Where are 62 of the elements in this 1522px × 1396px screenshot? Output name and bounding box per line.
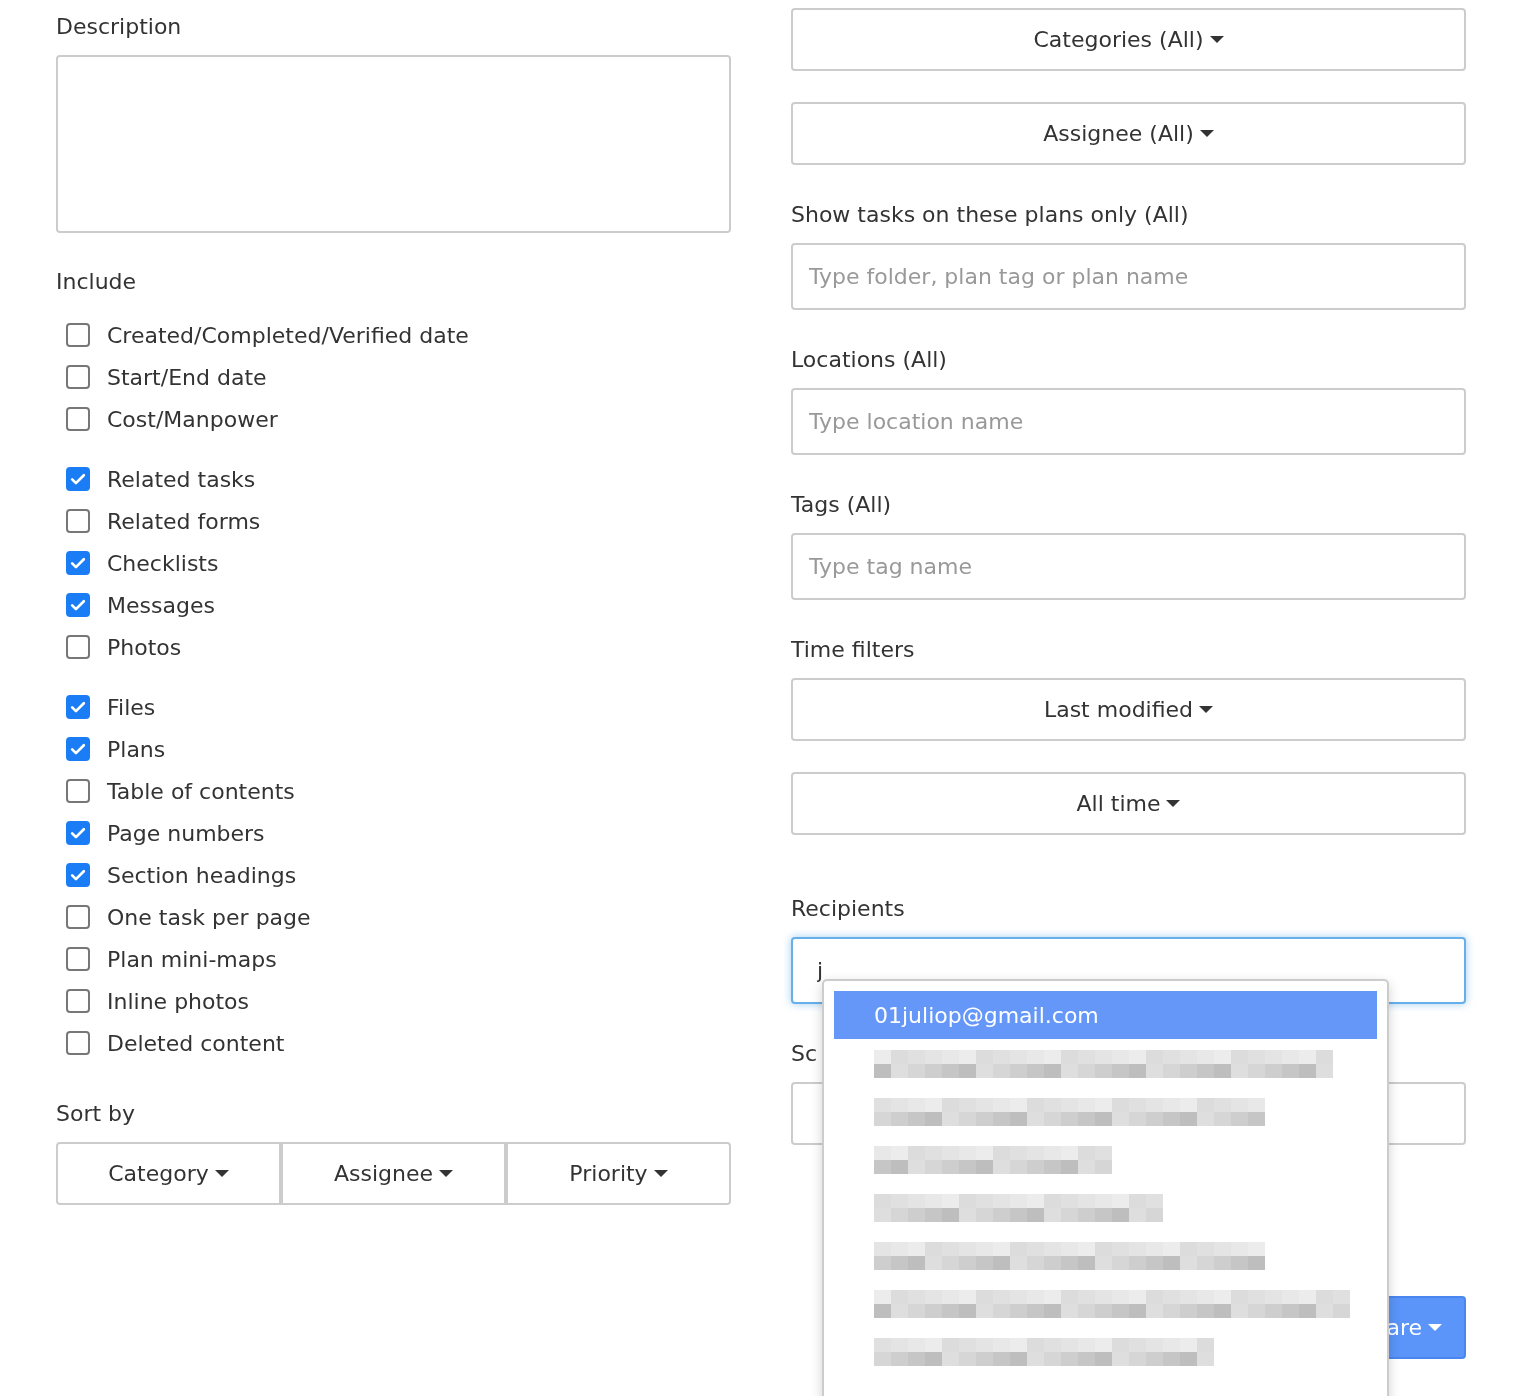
caret-icon (439, 1170, 454, 1177)
checkbox[interactable] (66, 407, 90, 431)
checkbox[interactable] (66, 695, 90, 719)
field-label: Description (56, 13, 182, 41)
checkbox-label: Table of contents (107, 778, 295, 804)
checkbox[interactable] (66, 323, 90, 347)
field-label: Show tasks on these plans only (All) (791, 201, 1189, 229)
filter-dropdown[interactable]: Categories (All) (791, 8, 1466, 71)
section-label: Sort by (56, 1100, 136, 1128)
checkbox[interactable] (66, 989, 90, 1013)
caret-icon (653, 1170, 668, 1177)
caret-icon (1166, 800, 1181, 807)
checkbox-label: Start/End date (107, 364, 267, 390)
checkbox[interactable] (66, 467, 90, 491)
checkbox-label: Created/Completed/Verified date (107, 322, 469, 348)
caret-icon (1209, 36, 1224, 43)
checkbox[interactable] (66, 779, 90, 803)
checkbox-label: Related forms (107, 508, 261, 534)
checkbox-label: Plan mini-maps (107, 946, 277, 972)
field-label: Recipients (791, 895, 905, 923)
caret-icon (1428, 1324, 1442, 1331)
sort-dropdown[interactable]: Priority (506, 1142, 731, 1205)
field-label: Tags (All) (791, 491, 892, 519)
checkbox[interactable] (66, 593, 90, 617)
checkbox[interactable] (66, 509, 90, 533)
checkbox[interactable] (66, 863, 90, 887)
checkbox[interactable] (66, 365, 90, 389)
checkbox-label: Page numbers (107, 820, 265, 846)
checkbox-label: Photos (107, 634, 182, 660)
checkbox[interactable] (66, 1031, 90, 1055)
checkbox-label: Related tasks (107, 466, 256, 492)
section-label: Time filters (791, 636, 915, 664)
checkbox[interactable] (66, 821, 90, 845)
checkbox-label: Files (107, 694, 156, 720)
section-label: Include (56, 268, 137, 296)
checkbox[interactable] (66, 947, 90, 971)
checkbox[interactable] (66, 635, 90, 659)
sort-dropdown[interactable]: Assignee (281, 1142, 506, 1205)
caret-icon (214, 1170, 229, 1177)
sort-dropdown[interactable]: Category (56, 1142, 281, 1205)
input-field[interactable]: Type folder, plan tag or plan name (791, 243, 1466, 310)
checkbox-label: Plans (107, 736, 166, 762)
time-dropdown[interactable]: All time (791, 772, 1466, 835)
checkbox-label: Messages (107, 592, 215, 618)
checkbox-label: Cost/Manpower (107, 406, 278, 432)
checkbox-label: Deleted content (107, 1030, 285, 1056)
input-field[interactable]: Type location name (791, 388, 1466, 455)
time-dropdown[interactable]: Last modified (791, 678, 1466, 741)
checkbox-label: Section headings (107, 862, 297, 888)
checkbox-label: Inline photos (107, 988, 250, 1014)
filter-dropdown[interactable]: Assignee (All) (791, 102, 1466, 165)
caret-icon (1199, 706, 1214, 713)
description-field[interactable] (56, 55, 731, 233)
field-label: Sc (791, 1040, 818, 1068)
input-field[interactable]: Type tag name (791, 533, 1466, 600)
checkbox[interactable] (66, 551, 90, 575)
caret-icon (1199, 130, 1214, 137)
checkbox-label: One task per page (107, 904, 311, 930)
field-label: Locations (All) (791, 346, 947, 374)
checkbox[interactable] (66, 737, 90, 761)
checkbox[interactable] (66, 905, 90, 929)
checkbox-label: Checklists (107, 550, 219, 576)
